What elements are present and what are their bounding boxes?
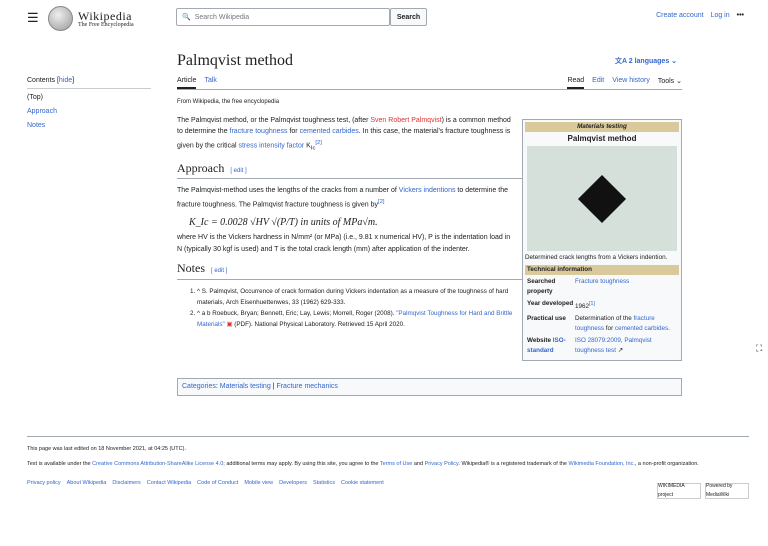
license-link[interactable]: Creative Commons Attribution-ShareAlike … bbox=[92, 461, 223, 467]
search-button[interactable]: Search bbox=[390, 8, 427, 26]
tab-article[interactable]: Article bbox=[177, 77, 197, 89]
row-label: Searched property bbox=[527, 278, 556, 295]
link-fracture-toughness[interactable]: fracture toughness bbox=[230, 128, 288, 135]
globe-icon bbox=[48, 6, 73, 31]
link-palmqvist[interactable]: Sven Robert Palmqvist bbox=[370, 117, 441, 124]
note-2: ^ a b Roebuck, Bryan; Bennett, Eric; Lay… bbox=[197, 308, 517, 330]
tagline-from: From Wikipedia, the free encyclopedia bbox=[177, 99, 280, 105]
table-of-contents: Contents [hide] (Top) Approach Notes bbox=[27, 77, 151, 136]
wikipedia-logo[interactable]: Wikipedia The Free Encyclopedia bbox=[48, 6, 134, 31]
tools-dropdown[interactable]: Tools ⌄ bbox=[658, 77, 682, 89]
ref-link[interactable]: [2] bbox=[315, 140, 321, 146]
footer-link[interactable]: Developers bbox=[279, 479, 307, 488]
tagline: The Free Encyclopedia bbox=[78, 21, 134, 28]
terms-link[interactable]: Terms of Use bbox=[380, 461, 412, 467]
toc-item-approach[interactable]: Approach bbox=[27, 108, 57, 115]
language-button[interactable]: 文A 2 languages ⌄ bbox=[615, 56, 677, 66]
ref-link[interactable]: [2] bbox=[378, 199, 384, 205]
link-stress-intensity[interactable]: stress intensity factor bbox=[238, 142, 304, 149]
last-edited: This page was last edited on 18 November… bbox=[27, 446, 186, 452]
footer-link[interactable]: Statistics bbox=[313, 479, 335, 488]
license-text: Text is available under the Creative Com… bbox=[27, 461, 699, 467]
row-link[interactable]: cemented carbides bbox=[615, 325, 668, 332]
mediawiki-badge[interactable]: Powered by MediaWiki bbox=[705, 483, 749, 499]
footer-link[interactable]: Mobile view bbox=[244, 479, 273, 488]
edit-link[interactable]: [ edit ] bbox=[211, 268, 227, 274]
wordmark: Wikipedia bbox=[78, 8, 132, 23]
iso-standard-link[interactable]: ISO 28079:2009, Palmqvist toughness test bbox=[575, 337, 652, 354]
tab-talk[interactable]: Talk bbox=[204, 77, 216, 89]
tab-edit[interactable]: Edit bbox=[592, 77, 604, 89]
edit-link[interactable]: [ edit ] bbox=[230, 168, 246, 174]
fullscreen-icon[interactable]: ⛶ bbox=[756, 343, 762, 354]
footer-link[interactable]: Privacy policy bbox=[27, 479, 61, 488]
toc-item-notes[interactable]: Notes bbox=[27, 122, 45, 129]
tab-read[interactable]: Read bbox=[567, 77, 585, 89]
approach-explanation: where HV is the Vickers hardness in N/mm… bbox=[177, 234, 511, 253]
approach-paragraph: The Palmqvist-method uses the lengths of… bbox=[177, 187, 508, 209]
infobox-header: Materials testing bbox=[525, 122, 679, 132]
create-account-link[interactable]: Create account bbox=[656, 12, 703, 19]
footer-link[interactable]: Code of Conduct bbox=[197, 479, 238, 488]
row-link[interactable]: Fracture toughness bbox=[575, 278, 629, 285]
main-menu-icon[interactable]: ☰ bbox=[27, 10, 39, 26]
wikimedia-badge[interactable]: WIKIMEDIA project bbox=[657, 483, 701, 499]
footer-link[interactable]: Disclaimers bbox=[112, 479, 140, 488]
categories-link[interactable]: Categories bbox=[182, 383, 216, 390]
note-1: ^ S. Palmqvist, Occurrence of crack form… bbox=[197, 286, 517, 308]
toc-item-top[interactable]: (Top) bbox=[27, 94, 151, 101]
search-icon: 🔍 bbox=[182, 14, 191, 21]
footer: This page was last edited on 18 November… bbox=[27, 436, 749, 499]
row-label: Year developed bbox=[527, 300, 574, 307]
intro-paragraph: The Palmqvist method, or the Palmqvist t… bbox=[177, 116, 511, 152]
page-title: Palmqvist method bbox=[177, 52, 293, 69]
footer-link[interactable]: Contact Wikipedia bbox=[147, 479, 191, 488]
toc-hide-link[interactable]: hide bbox=[59, 77, 72, 84]
infobox: Materials testing Palmqvist method Deter… bbox=[522, 119, 682, 362]
infobox-section: Technical information bbox=[525, 265, 679, 275]
tab-view-history[interactable]: View history bbox=[612, 77, 650, 89]
more-icon[interactable]: ••• bbox=[737, 12, 744, 19]
infobox-title: Palmqvist method bbox=[567, 134, 637, 143]
ref-link[interactable]: [1] bbox=[589, 301, 595, 307]
login-link[interactable]: Log in bbox=[711, 12, 730, 19]
search-input[interactable]: 🔍 Search Wikipedia bbox=[176, 8, 390, 26]
category-link[interactable]: Materials testing bbox=[220, 383, 271, 390]
categories-box: Categories: Materials testing | Fracture… bbox=[177, 378, 682, 396]
privacy-link[interactable]: Privacy Policy bbox=[425, 461, 459, 467]
row-label: Website bbox=[527, 337, 552, 345]
footer-link[interactable]: Cookie statement bbox=[341, 479, 384, 488]
vickers-indentation-image[interactable] bbox=[527, 146, 677, 251]
toc-title: Contents bbox=[27, 77, 56, 84]
formula: K_Ic = 0.0028 √HV √(P/T) in units of MPa… bbox=[189, 216, 378, 228]
link-cemented-carbides[interactable]: cemented carbides bbox=[300, 128, 359, 135]
footer-link[interactable]: About Wikipedia bbox=[67, 479, 107, 488]
row-label: Practical use bbox=[527, 315, 566, 323]
image-caption: Determined crack lengths from a Vickers … bbox=[525, 254, 668, 261]
link-vickers[interactable]: Vickers indentions bbox=[399, 187, 456, 194]
search-placeholder: Search Wikipedia bbox=[194, 13, 250, 21]
wmf-link[interactable]: Wikimedia Foundation, Inc. bbox=[569, 461, 635, 467]
category-link[interactable]: Fracture mechanics bbox=[276, 383, 337, 390]
